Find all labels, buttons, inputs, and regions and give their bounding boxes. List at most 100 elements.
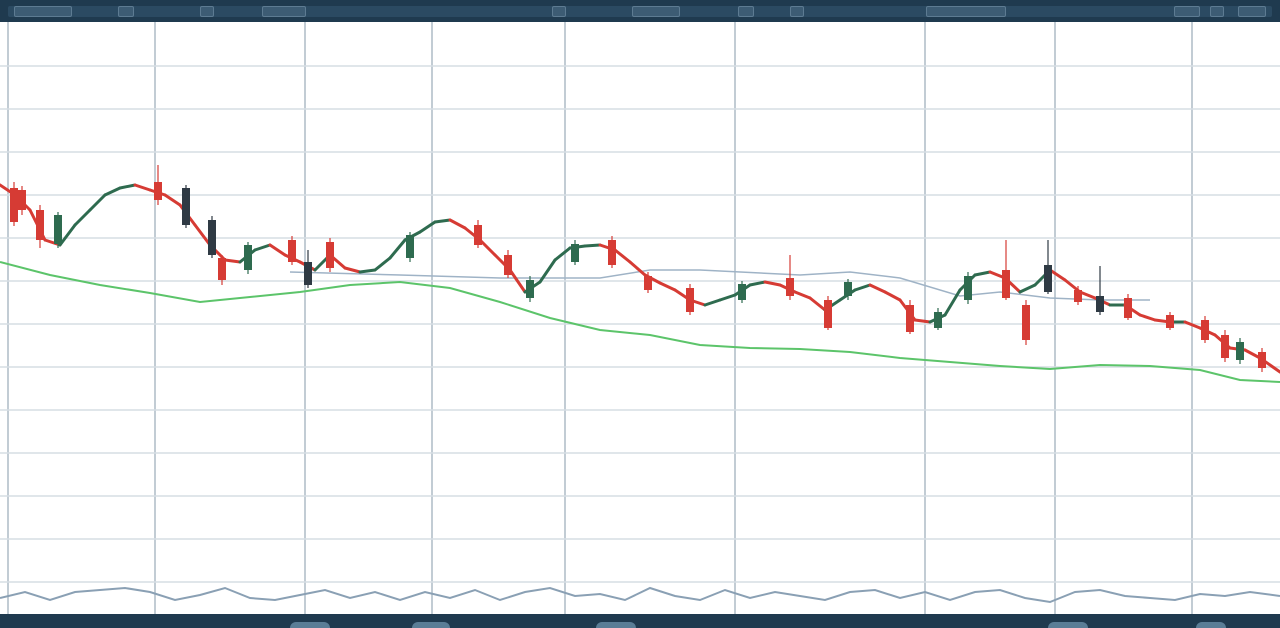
price-segment-58 [853,283,872,292]
candle-body-37 [1258,352,1266,368]
oscillator-path [0,586,1280,604]
moving-average-line [0,261,1280,383]
candle-body-18 [644,276,652,290]
price-segment-7 [88,193,107,212]
price-segment-10 [133,183,152,192]
toolbar-button-snapshot[interactable] [1238,6,1266,17]
price-segment-54 [793,290,812,300]
candle-body-29 [1044,265,1052,292]
candle-body-27 [1002,270,1010,298]
price-segment-30 [433,218,452,224]
candle-body-26 [964,276,972,300]
candle-body-24 [906,305,914,332]
candle-body-6 [208,220,216,255]
chart-toolbar [0,0,1280,24]
toolbar-button-symbol[interactable] [14,6,72,17]
price-segment-49 [718,293,737,302]
price-segment-9 [118,183,137,190]
price-segment-62 [913,318,932,324]
candle-body-2 [36,210,44,240]
price-segment-51 [748,280,767,287]
toolbar-button-settings[interactable] [1174,6,1200,17]
candle-body-3 [54,215,62,244]
candle-body-20 [738,284,746,300]
price-segment-45 [658,281,677,292]
candle-body-5 [182,188,190,225]
price-segment-40 [583,243,602,248]
candle-body-31 [1096,296,1104,312]
price-segment-71 [1048,268,1067,282]
candle-body-8 [244,245,252,270]
toolbar-button-redo[interactable] [790,6,804,17]
price-segment-84 [1243,348,1262,360]
candle-body-35 [1221,335,1229,358]
price-segment-59 [868,283,887,294]
price-segment-48 [703,298,722,307]
price-segment-18 [253,243,272,252]
toolbar-button-interval[interactable] [200,6,214,17]
candle-body-30 [1074,290,1082,302]
price-segment-25 [358,268,377,274]
price-segment-52 [763,280,782,287]
candle-body-33 [1166,315,1174,328]
price-segment-55 [808,296,827,312]
candle-body-34 [1201,320,1209,340]
price-segment-38 [553,246,572,262]
price-chart-area[interactable] [0,22,1280,614]
price-segment-60 [883,290,902,302]
price-chart[interactable] [0,22,1280,614]
candle-body-14 [504,255,512,275]
candle-body-28 [1022,305,1030,340]
price-segment-77 [1138,313,1157,322]
price-segment-73 [1078,290,1097,300]
candle-body-12 [406,235,414,258]
oscillator-line [0,586,1280,604]
price-path [0,183,1280,374]
candle-body-21 [786,278,794,296]
bottom-toolbar [0,614,1280,628]
candle-body-25 [934,312,942,328]
price-segment-8 [103,186,122,197]
candle-body-19 [686,288,694,312]
toolbar-button-layout[interactable] [926,6,1006,17]
bottom-tab-4[interactable] [1048,622,1088,628]
price-segment-12 [163,193,182,207]
price-segment-33 [478,238,497,257]
price-segment-42 [613,248,632,264]
toolbar-button-compare[interactable] [552,6,566,17]
toolbar-button-dot[interactable] [118,6,134,17]
candle-body-36 [1236,342,1244,360]
candle-body-22 [824,300,832,328]
toolbar-button-chart-type[interactable] [632,6,680,17]
candle-body-10 [304,262,312,285]
toolbar-button-indicators[interactable] [262,6,306,17]
price-segment-31 [448,218,467,230]
candle-body-9 [288,240,296,262]
candle-body-0 [10,188,18,222]
chart-grid [0,22,1280,614]
moving-average-path [0,261,1280,383]
candle-body-7 [218,258,226,280]
candle-body-13 [474,225,482,245]
price-segment-27 [388,238,407,260]
candle-body-16 [571,244,579,262]
price-segment-6 [73,208,92,227]
bottom-tab-3[interactable] [596,622,636,628]
bottom-tab-1[interactable] [290,622,330,628]
price-segment-19 [268,243,287,257]
price-segment-24 [343,266,362,274]
price-segment-66 [973,270,992,277]
toolbar-button-undo[interactable] [738,6,754,17]
price-segment-5 [58,223,77,247]
candle-body-17 [608,240,616,265]
price-segment-26 [373,256,392,272]
bottom-tab-2[interactable] [412,622,450,628]
price-segment-14 [193,223,212,247]
candle-body-1 [18,190,26,210]
bottom-tab-5[interactable] [1196,622,1226,628]
candle-body-23 [844,282,852,296]
candle-body-11 [326,242,334,268]
candle-body-15 [526,280,534,298]
toolbar-button-fullscreen[interactable] [1210,6,1224,17]
price-segment-69 [1018,283,1037,294]
